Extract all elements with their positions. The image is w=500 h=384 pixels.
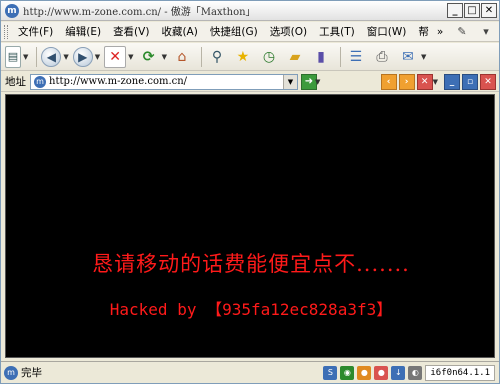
address-dropdown-icon[interactable]: ▼	[283, 74, 297, 89]
tab-controls: ‹ › ✕ ▼ _ ▫ ✕	[380, 73, 496, 90]
refresh-dropdown-icon[interactable]: ▼	[162, 53, 167, 61]
next-tab-icon[interactable]: ›	[398, 73, 415, 90]
browser-window: m http://www.m-zone.com.cn/ - 傲游「Maxthon…	[0, 0, 500, 384]
page-icon: m	[34, 75, 46, 88]
history-icon[interactable]: ◷	[258, 46, 280, 68]
menu-overflow-icon[interactable]: »	[437, 26, 443, 38]
menu-groups[interactable]: 快捷组(G)	[204, 24, 264, 39]
main-toolbar: ▤ ▼ ◀ ▼ ▶ ▼ ✕ ▼ ⟳ ▼ ⌂ ⚲ ★ ◷ ▰ ▮ ☰ ⎙ ✉ ▼	[1, 43, 499, 71]
address-bar: 地址 m http://www.m-zone.com.cn/ ▼ ➜ ▼ ‹ ›…	[1, 72, 499, 92]
page-content: 恳请移动的话费能便宜点不....... Hacked by 【935fa12ec…	[5, 94, 495, 358]
address-url[interactable]: http://www.m-zone.com.cn/	[49, 76, 187, 87]
title-bar: m http://www.m-zone.com.cn/ - 傲游「Maxthon…	[1, 1, 499, 21]
status-bar: m 完毕 S ◉ ● ● ↓ ◐ i6f0n64.1.1	[1, 361, 499, 383]
close-all-icon[interactable]: ✕	[480, 73, 496, 90]
maxthon-logo-icon: m	[5, 3, 19, 18]
forward-icon[interactable]: ▶	[72, 46, 93, 67]
menu-options[interactable]: 选项(O)	[264, 24, 313, 39]
go-dropdown-icon[interactable]: ▼	[315, 78, 320, 86]
print-icon[interactable]: ⎙	[371, 46, 393, 68]
new-page-icon[interactable]: ▤	[5, 45, 21, 68]
favorites-star-icon[interactable]: ★	[232, 46, 254, 68]
prev-tab-icon[interactable]: ‹	[380, 73, 397, 90]
window-controls: _ □ ✕	[447, 3, 497, 18]
menu-favorites[interactable]: 收藏(A)	[155, 24, 203, 39]
folder-icon[interactable]: ▰	[284, 46, 306, 68]
window-title: http://www.m-zone.com.cn/ - 傲游「Maxthon」	[23, 7, 256, 18]
status-info-panel: i6f0n64.1.1	[425, 365, 495, 381]
forward-dropdown-icon[interactable]: ▼	[95, 53, 100, 61]
menu-bar: 文件(F) 编辑(E) 查看(V) 收藏(A) 快捷组(G) 选项(O) 工具(…	[1, 22, 499, 42]
menu-help[interactable]: 帮	[412, 24, 435, 39]
status-page-icon: m	[4, 365, 18, 380]
tab-menu-dropdown-icon[interactable]: ▼	[433, 78, 438, 86]
toolbar-separator	[339, 46, 341, 67]
hacked-by-text: Hacked by 【935fa12ec828a3f3】	[109, 300, 393, 319]
zoom-icon[interactable]: ◐	[408, 366, 423, 380]
settings-wrench-icon[interactable]: ✎	[451, 23, 473, 40]
address-input[interactable]: m http://www.m-zone.com.cn/ ▼	[30, 73, 298, 90]
mail-dropdown-icon[interactable]: ▼	[421, 53, 426, 61]
new-page-dropdown-icon[interactable]: ▼	[23, 53, 28, 61]
back-dropdown-icon[interactable]: ▼	[63, 53, 68, 61]
list-icon[interactable]: ☰	[345, 46, 367, 68]
stop-dropdown-icon[interactable]: ▼	[128, 53, 133, 61]
mail-icon[interactable]: ✉	[397, 46, 419, 68]
menu-tools[interactable]: 工具(T)	[313, 24, 361, 39]
menu-edit[interactable]: 编辑(E)	[59, 24, 107, 39]
toolbar-separator	[200, 46, 202, 67]
status-text: 完毕	[21, 367, 42, 379]
stop-icon[interactable]: ✕	[104, 45, 127, 68]
popup-blocker-icon[interactable]: ●	[357, 366, 372, 380]
defacement-message: 恳请移动的话费能便宜点不.......	[92, 252, 410, 276]
download-icon[interactable]: ↓	[391, 366, 406, 380]
menu-grip[interactable]	[4, 24, 8, 39]
menu-file[interactable]: 文件(F)	[12, 24, 59, 39]
menu-tools-area: ✎ ▾	[451, 23, 497, 40]
home-icon[interactable]: ⌂	[171, 46, 193, 68]
search-icon[interactable]: ⚲	[206, 46, 228, 68]
menu-window[interactable]: 窗口(W)	[361, 24, 413, 39]
address-label: 地址	[5, 76, 26, 88]
back-icon[interactable]: ◀	[41, 46, 62, 67]
ad-filter-icon[interactable]: ●	[374, 366, 389, 380]
book-icon[interactable]: ▮	[310, 46, 332, 68]
status-tray: S ◉ ● ● ↓ ◐ i6f0n64.1.1	[323, 365, 495, 381]
close-button[interactable]: ✕	[481, 3, 497, 18]
network-icon[interactable]: ◉	[340, 366, 355, 380]
minimize-tab-icon[interactable]: _	[444, 73, 460, 90]
toolbar-separator	[36, 46, 38, 67]
security-icon[interactable]: S	[323, 366, 338, 380]
restore-tab-icon[interactable]: ▫	[462, 73, 478, 90]
close-tab-icon[interactable]: ✕	[416, 73, 433, 90]
minimize-button[interactable]: _	[447, 3, 463, 18]
menu-chevron-icon[interactable]: ▾	[475, 23, 497, 40]
refresh-icon[interactable]: ⟳	[138, 46, 160, 68]
menu-view[interactable]: 查看(V)	[107, 24, 155, 39]
maximize-button[interactable]: □	[464, 3, 480, 18]
